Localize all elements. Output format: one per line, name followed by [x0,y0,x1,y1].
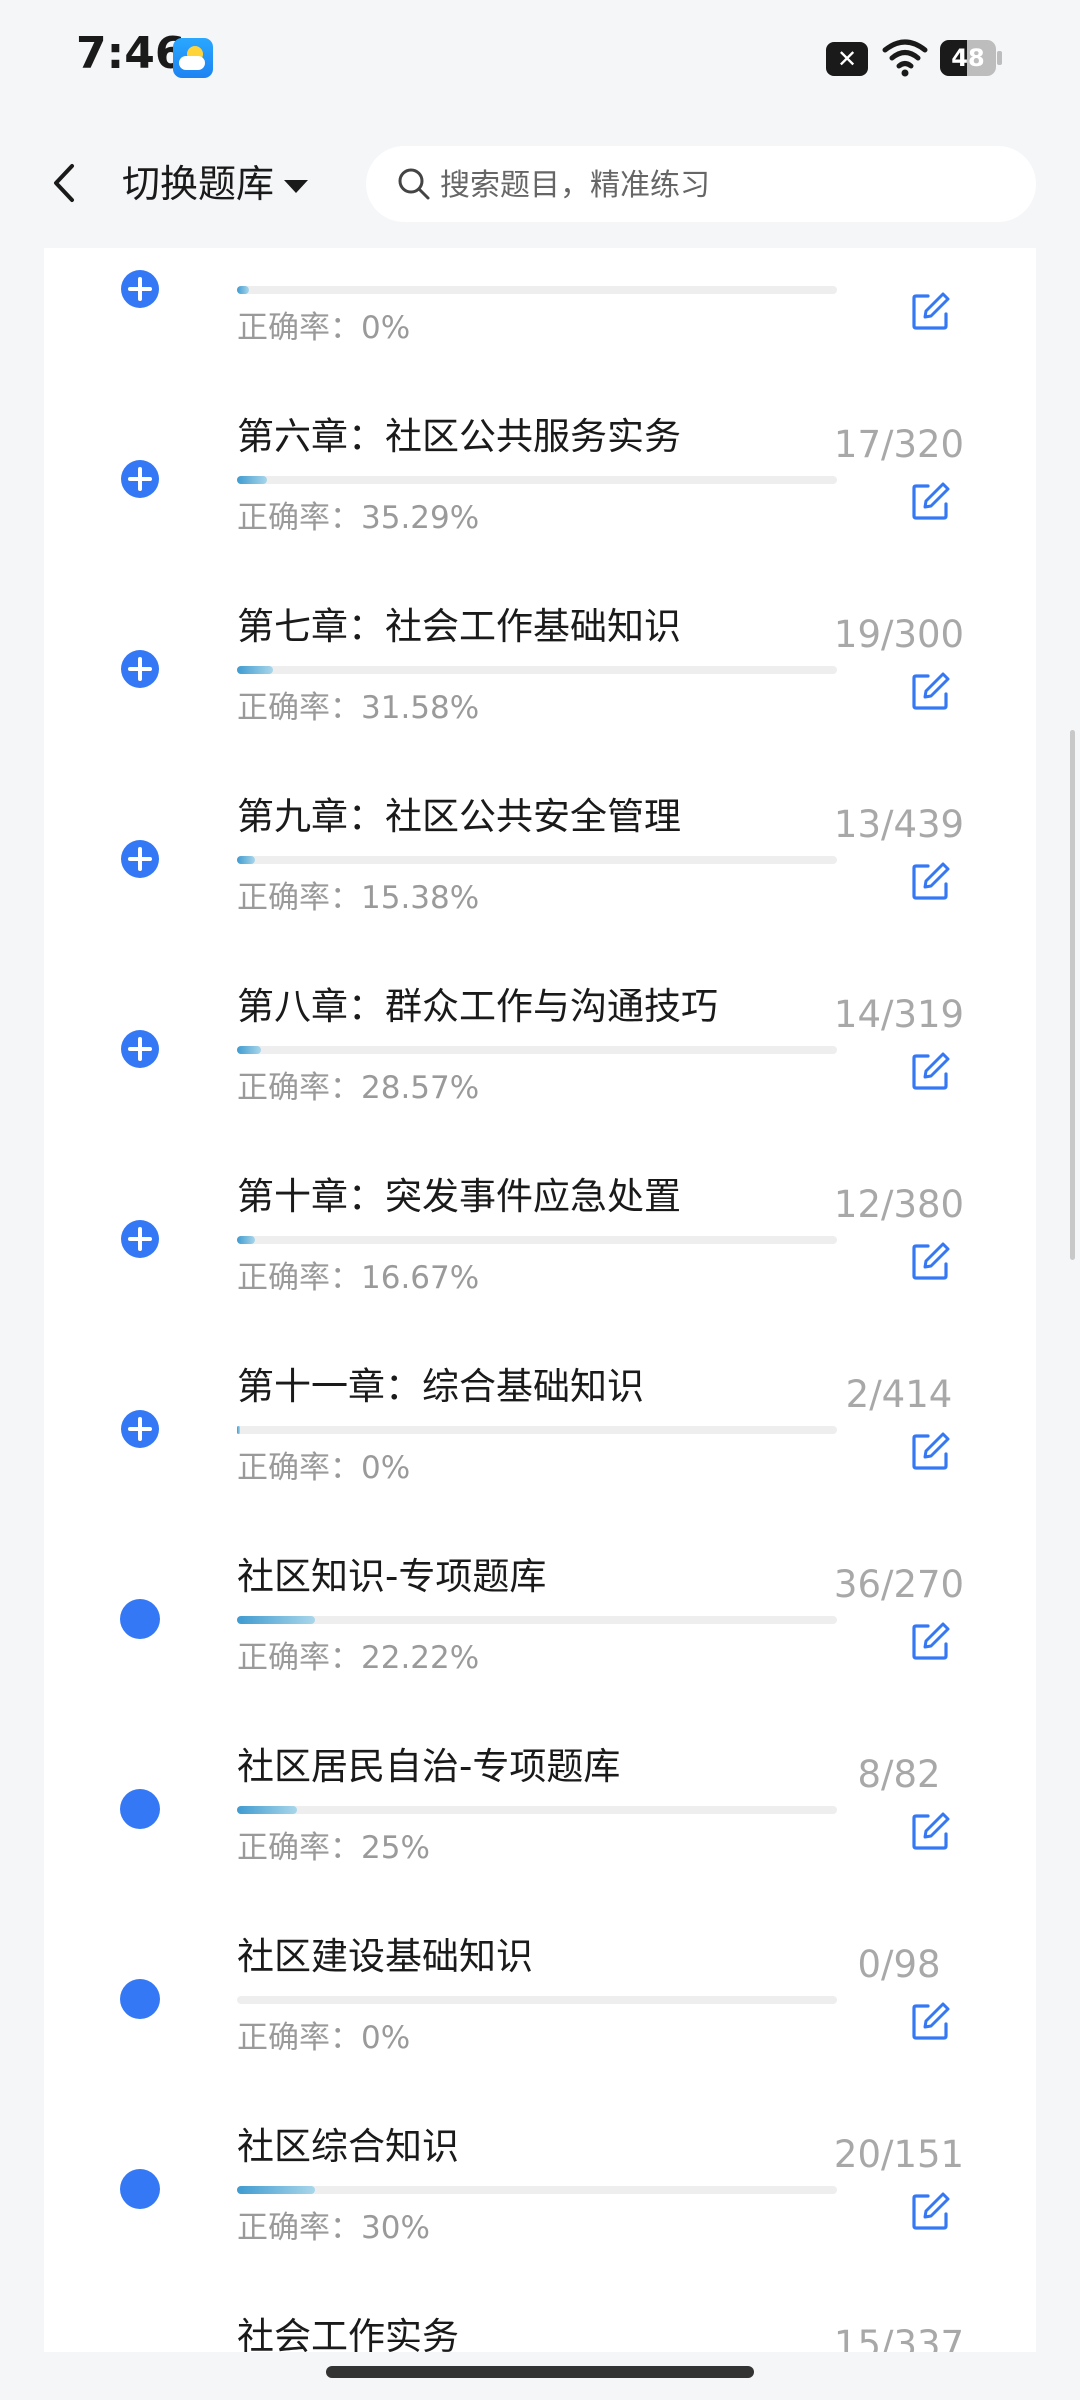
list-item[interactable]: 第六章：社区公共服务实务 正确率：35.29% 17/320 [44,328,1036,536]
progress-bar [237,1806,837,1814]
chapter-title: 社区居民自治-专项题库 [237,1745,621,1788]
top-bar: 切换题库 [0,118,1080,248]
status-dot [120,1789,160,1829]
edit-icon[interactable] [910,1810,952,1852]
progress-bar [237,2186,837,2194]
edit-icon[interactable] [910,1240,952,1282]
progress-bar [237,476,837,484]
list-item[interactable]: 社区知识-专项题库 正确率：22.22% 36/270 [44,1468,1036,1676]
weather-icon [173,38,213,78]
progress-bar [237,856,837,864]
battery-cap [997,51,1002,65]
progress-bar [237,666,837,674]
list-item[interactable]: 社会工作实务 15/337 [44,2228,1036,2352]
plus-circle-icon[interactable] [120,839,160,879]
close-x-icon: ✕ [826,42,868,76]
list-item[interactable]: 社区居民自治-专项题库 正确率：25% 8/82 [44,1658,1036,1866]
progress-fill [237,1616,315,1624]
progress-count: 15/337 [833,2323,965,2352]
progress-bar [237,1426,837,1434]
edit-icon[interactable] [910,2190,952,2232]
progress-fill [237,1806,297,1814]
chapter-title: 社区综合知识 [237,2125,459,2168]
search-input[interactable] [438,156,1002,214]
progress-fill [237,666,273,674]
list-item[interactable]: 社区建设基础知识 正确率：0% 0/98 [44,1848,1036,2056]
screen: 7:46 ✕ 48 切换题库 正确率 [0,0,1080,2400]
chapter-title: 社会工作实务 [237,2315,459,2352]
chapter-title: 第六章：社区公共服务实务 [237,415,681,458]
status-dot [120,2169,160,2209]
progress-fill [237,1046,261,1054]
progress-bar [237,1616,837,1624]
progress-count: 20/151 [833,2133,965,2176]
progress-count: 12/380 [833,1183,965,1226]
plus-circle-icon[interactable] [120,459,160,499]
battery-level: 48 [951,44,985,72]
battery-indicator: 48 [940,40,996,76]
chapter-title: 第八章：群众工作与沟通技巧 [237,985,718,1028]
progress-bar [237,1996,837,2004]
edit-icon[interactable] [910,670,952,712]
edit-icon[interactable] [910,1430,952,1472]
progress-count: 8/82 [857,1753,941,1796]
caret-down-icon [284,180,309,193]
status-time: 7:46 [76,28,186,79]
progress-count: 17/320 [833,423,965,466]
progress-fill [237,476,267,484]
edit-icon[interactable] [910,2000,952,2042]
progress-fill [237,2186,315,2194]
progress-count: 13/439 [833,803,965,846]
switch-bank-label: 切换题库 [122,162,275,206]
scrollbar[interactable] [1070,730,1075,1260]
status-dot [120,1979,160,2019]
list-item[interactable]: 社区综合知识 正确率：30% 20/151 [44,2038,1036,2246]
wifi-icon [882,39,928,77]
progress-fill [237,856,255,864]
edit-icon[interactable] [910,1050,952,1092]
edit-icon[interactable] [910,480,952,522]
list-item[interactable]: 第十一章：综合基础知识 正确率：0% 2/414 [44,1278,1036,1486]
progress-fill [237,1426,240,1434]
status-bar: 7:46 ✕ 48 [0,0,1080,118]
chapter-title: 社区知识-专项题库 [237,1555,547,1598]
progress-count: 0/98 [857,1943,941,1986]
status-dot [120,1599,160,1639]
plus-circle-icon[interactable] [120,1219,160,1259]
search-bar[interactable] [366,146,1036,222]
progress-bar [237,1046,837,1054]
plus-circle-icon[interactable] [120,1029,160,1069]
chapter-title: 社区建设基础知识 [237,1935,533,1978]
edit-icon[interactable] [910,290,952,332]
list-item[interactable]: 第九章：社区公共安全管理 正确率：15.38% 13/439 [44,708,1036,916]
edit-icon[interactable] [910,1620,952,1662]
progress-count: 36/270 [833,1563,965,1606]
list-item[interactable]: 第八章：群众工作与沟通技巧 正确率：28.57% 14/319 [44,898,1036,1106]
progress-count: 2/414 [845,1373,953,1416]
home-indicator[interactable] [326,2366,754,2378]
progress-bar [237,286,837,294]
progress-fill [237,1236,255,1244]
progress-bar [237,1236,837,1244]
edit-icon[interactable] [910,860,952,902]
chapter-title: 第十一章：综合基础知识 [237,1365,644,1408]
switch-bank-dropdown[interactable]: 切换题库 [122,156,309,212]
list-item[interactable]: 第十章：突发事件应急处置 正确率：16.67% 12/380 [44,1088,1036,1296]
list-item[interactable]: 正确率：0% [44,248,1036,346]
progress-count: 14/319 [833,993,965,1036]
search-icon [398,168,430,200]
chapter-title: 第七章：社会工作基础知识 [237,605,681,648]
chevron-left-icon[interactable] [40,158,90,208]
list-item[interactable]: 第七章：社会工作基础知识 正确率：31.58% 19/300 [44,518,1036,726]
progress-count: 19/300 [833,613,965,656]
chapter-title: 第十章：突发事件应急处置 [237,1175,681,1218]
question-bank-list: 正确率：0% 第六章：社区公共服务实务 正确率：35.29% 17/320 第七章：社会… [44,248,1036,2352]
plus-circle-icon[interactable] [120,269,160,309]
chapter-title: 第九章：社区公共安全管理 [237,795,681,838]
plus-circle-icon[interactable] [120,649,160,689]
progress-fill [237,286,249,294]
plus-circle-icon[interactable] [120,1409,160,1449]
